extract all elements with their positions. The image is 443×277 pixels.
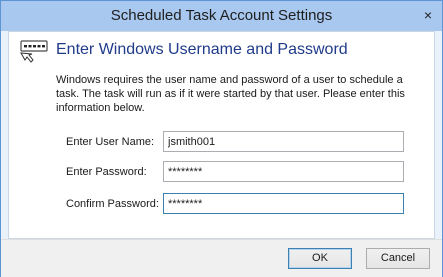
- confirm-password-field[interactable]: [163, 193, 404, 214]
- close-icon: ×: [423, 7, 433, 23]
- content-panel: Enter Windows Username and Password Wind…: [8, 31, 435, 239]
- password-key-icon: [20, 40, 48, 63]
- instructions-text: Windows requires the user name and passw…: [56, 74, 405, 114]
- close-button[interactable]: ×: [418, 7, 438, 23]
- dialog-window: Scheduled Task Account Settings × Enter …: [0, 0, 443, 277]
- button-bar: OK Cancel: [1, 239, 442, 277]
- title-bar[interactable]: Scheduled Task Account Settings ×: [1, 1, 442, 31]
- ok-button[interactable]: OK: [288, 248, 352, 269]
- username-field[interactable]: [163, 131, 404, 152]
- username-label: Enter User Name:: [66, 136, 155, 148]
- password-label: Enter Password:: [66, 166, 147, 178]
- confirm-password-label: Confirm Password:: [66, 198, 159, 210]
- dialog-heading: Enter Windows Username and Password: [56, 41, 348, 58]
- cancel-button[interactable]: Cancel: [366, 248, 430, 269]
- window-title: Scheduled Task Account Settings: [110, 7, 333, 24]
- password-field[interactable]: [163, 161, 404, 182]
